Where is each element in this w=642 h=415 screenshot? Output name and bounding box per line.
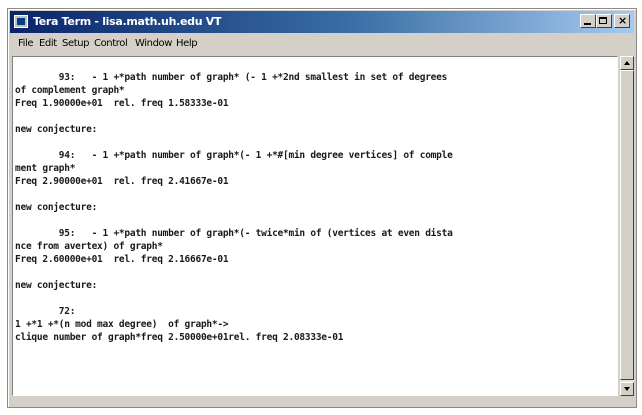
terminal-line: Freq 1.90000e+01 rel. freq 1.58333e-01 — [15, 98, 229, 109]
terminal-line: new conjecture: — [15, 280, 98, 291]
scroll-down-button[interactable] — [620, 382, 634, 396]
menu-setup[interactable]: Setup — [62, 38, 90, 49]
close-button[interactable]: × — [614, 14, 630, 28]
terminal-console[interactable]: 93: - 1 +*path number of graph* (- 1 +*2… — [12, 56, 618, 396]
scroll-up-button[interactable] — [620, 56, 634, 70]
terminal-line: Freq 2.90000e+01 rel. freq 2.41667e-01 — [15, 176, 229, 187]
arrow-up-icon — [624, 61, 630, 65]
terminal-line: 93: - 1 +*path number of graph* (- 1 +*2… — [15, 72, 448, 83]
menu-bar: File Edit Setup Control Window Help — [10, 34, 634, 54]
menu-control[interactable]: Control — [94, 38, 128, 49]
terminal-line: 94: - 1 +*path number of graph*(- 1 +*#[… — [15, 150, 453, 161]
terminal-line: new conjecture: — [15, 202, 98, 213]
terminal-line: Freq 2.60000e+01 rel. freq 2.16667e-01 — [15, 254, 229, 265]
menu-help[interactable]: Help — [176, 38, 198, 49]
terminal-line: nce from avertex) of graph* — [15, 241, 163, 252]
vertical-scrollbar[interactable] — [620, 56, 634, 396]
terminal-line: 95: - 1 +*path number of graph*(- twice*… — [15, 228, 453, 239]
terminal-line: new conjecture: — [15, 124, 98, 135]
menu-file[interactable]: File — [18, 38, 34, 49]
window-title: Tera Term - lisa.math.uh.edu VT — [33, 15, 222, 28]
terminal-line: 1 +*1 +*(n mod max degree) of graph*-> — [15, 319, 229, 330]
title-bar[interactable]: Tera Term - lisa.math.uh.edu VT × — [10, 11, 634, 33]
close-icon: × — [618, 14, 628, 27]
terminal-line: clique number of graph*freq 2.50000e+01r… — [15, 332, 344, 343]
minimize-button[interactable] — [580, 14, 596, 28]
menu-edit[interactable]: Edit — [39, 38, 57, 49]
terminal-app-icon[interactable] — [14, 15, 28, 28]
terminal-line: of complement graph* — [15, 85, 125, 96]
menu-window[interactable]: Window — [135, 38, 172, 49]
maximize-button[interactable] — [596, 14, 612, 28]
maximize-icon — [599, 17, 607, 24]
scrollbar-thumb[interactable] — [620, 70, 634, 380]
terminal-output: 93: - 1 +*path number of graph* (- 1 +*2… — [15, 71, 453, 344]
terminal-line: 72: — [15, 306, 76, 317]
arrow-down-icon — [624, 387, 630, 391]
minimize-icon — [584, 23, 591, 25]
terminal-line: ment graph* — [15, 163, 76, 174]
terminal-window: Tera Term - lisa.math.uh.edu VT × File E… — [7, 8, 637, 408]
